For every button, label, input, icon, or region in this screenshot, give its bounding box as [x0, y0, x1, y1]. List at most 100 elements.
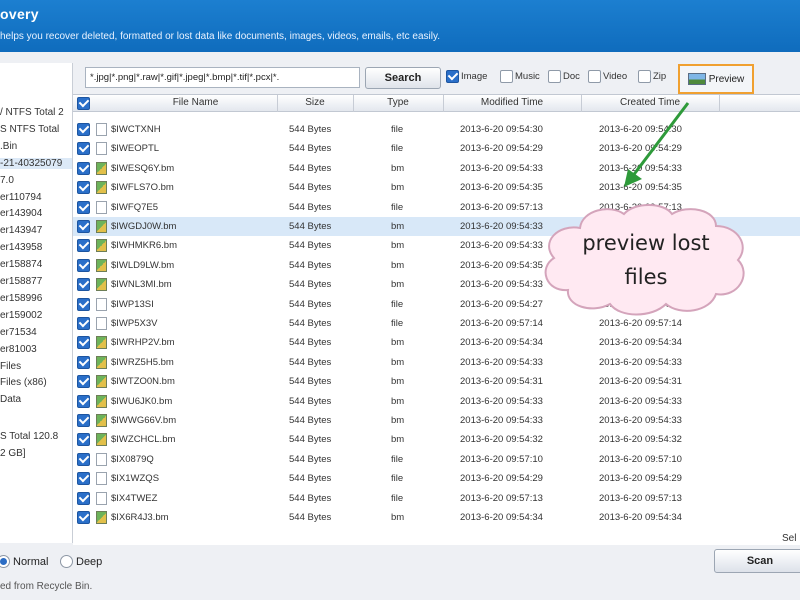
cell-name: $IWU6JK0.bm [111, 395, 173, 407]
app-subtitle: helps you recover deleted, formatted or … [0, 31, 441, 42]
file-icon [96, 297, 107, 311]
table-row[interactable]: $IX1WZQS 544 Bytes file 2013-6-20 09:54:29 2… [73, 469, 800, 488]
sidebar-item[interactable]: -21-40325079 [0, 157, 72, 169]
sidebar-item[interactable]: er158877 [0, 276, 42, 287]
table-row[interactable]: $IWRZ5H5.bm 544 Bytes bm 2013-6-20 09:54:33… [73, 353, 800, 372]
mode-deep-radio[interactable] [60, 555, 73, 568]
sidebar-item[interactable]: er158996 [0, 293, 42, 304]
row-checkbox[interactable] [77, 123, 90, 136]
row-checkbox[interactable] [77, 491, 90, 505]
sidebar-item[interactable]: er158874 [0, 259, 42, 270]
cell-size: 544 Bytes [289, 356, 332, 368]
filter-image[interactable]: Image [446, 70, 487, 83]
row-checkbox[interactable] [77, 297, 90, 311]
cell-name: $IWHMKR6.bm [111, 240, 177, 252]
filter-music-checkbox[interactable] [500, 70, 513, 83]
row-checkbox[interactable] [77, 239, 90, 253]
row-checkbox[interactable] [77, 317, 90, 330]
select-all-checkbox[interactable] [77, 97, 90, 110]
cell-modified: 2013-6-20 09:57:13 [460, 201, 543, 213]
sidebar-item[interactable]: / NTFS Total 2 [0, 107, 64, 118]
row-checkbox[interactable] [77, 452, 90, 466]
row-checkbox[interactable] [77, 181, 90, 195]
row-checkbox[interactable] [77, 278, 90, 292]
cell-type: file [391, 201, 404, 213]
row-checkbox[interactable] [77, 142, 90, 156]
sidebar-item[interactable]: er110794 [0, 192, 42, 203]
mode-normal[interactable]: Normal [0, 555, 48, 568]
cell-name: $IWTZO0N.bm [111, 376, 175, 388]
cell-name: $IWWG66V.bm [111, 415, 177, 426]
sidebar-item[interactable]: er143947 [0, 225, 42, 236]
folder-tree[interactable]: / NTFS Total 2 S NTFS Total .Bin -21-403250… [0, 63, 73, 543]
row-checkbox[interactable] [77, 258, 90, 272]
table-row[interactable]: $IWRHP2V.bm 544 Bytes bm 2013-6-20 09:54:34… [73, 333, 800, 352]
picture-icon [687, 73, 706, 85]
table-row[interactable]: $IX0879Q 544 Bytes file 2013-6-20 09:57:10 2… [73, 450, 800, 469]
cell-created: 2013-6-20 09:54:31 [599, 376, 682, 388]
cell-size: 544 Bytes [289, 279, 332, 291]
mode-deep[interactable]: Deep [60, 555, 102, 568]
row-checkbox[interactable] [77, 375, 90, 389]
sidebar-item[interactable]: 7.0 [0, 175, 14, 186]
table-row[interactable]: $IWU6JK0.bm 544 Bytes bm 2013-6-20 09:54:33… [73, 392, 800, 411]
preview-button[interactable]: Preview [678, 64, 754, 94]
sidebar-item[interactable]: S Total 120.8 [0, 431, 58, 442]
file-extension-filter-input[interactable] [85, 67, 360, 88]
cell-size: 544 Bytes [289, 240, 332, 252]
row-checkbox[interactable] [77, 220, 90, 233]
row-checkbox[interactable] [77, 161, 90, 175]
table-row[interactable]: $IX6R4J3.bm 544 Bytes bm 2013-6-20 09:54:34… [73, 508, 800, 527]
search-button[interactable]: Search [365, 67, 441, 89]
sidebar-item[interactable]: Data [0, 394, 21, 405]
cell-name: $IX0879Q [111, 453, 154, 465]
row-checkbox[interactable] [77, 336, 90, 350]
sidebar-item[interactable]: 2 GB] [0, 448, 26, 459]
table-row[interactable]: $IX4TWEZ 544 Bytes file 2013-6-20 09:57:13 2… [73, 489, 800, 508]
filter-zip[interactable]: Zip [638, 70, 666, 83]
column-header-size[interactable]: Size [277, 97, 353, 108]
sidebar-item[interactable]: er71534 [0, 327, 37, 338]
sidebar-item[interactable]: S NTFS Total [0, 124, 59, 135]
filter-video-checkbox[interactable] [588, 70, 601, 83]
column-divider[interactable] [719, 95, 720, 112]
filter-image-checkbox[interactable] [446, 70, 459, 83]
table-row[interactable]: $IWTZO0N.bm 544 Bytes bm 2013-6-20 09:54:31… [73, 372, 800, 391]
sidebar-item[interactable]: .Bin [0, 141, 17, 152]
row-checkbox[interactable] [77, 472, 90, 486]
filter-doc-checkbox[interactable] [548, 70, 561, 83]
cell-size: 544 Bytes [289, 337, 332, 349]
row-checkbox[interactable] [77, 355, 90, 369]
row-checkbox[interactable] [77, 511, 90, 524]
filter-video[interactable]: Video [588, 70, 627, 83]
column-header-modified[interactable]: Modified Time [443, 97, 581, 108]
cell-created: 2013-6-20 09:57:14 [599, 318, 682, 329]
sidebar-item[interactable]: er143958 [0, 242, 42, 253]
filter-zip-checkbox[interactable] [638, 70, 651, 83]
sidebar-item[interactable]: er143904 [0, 208, 42, 219]
table-row[interactable]: $IWZCHCL.bm 544 Bytes bm 2013-6-20 09:54:32… [73, 430, 800, 449]
row-checkbox[interactable] [77, 414, 90, 427]
sidebar-item[interactable]: er81003 [0, 344, 37, 355]
cell-type: file [391, 143, 404, 155]
cell-name: $IWCTXNH [111, 124, 161, 135]
filter-music[interactable]: Music [500, 70, 540, 83]
row-checkbox[interactable] [77, 394, 90, 408]
filter-doc[interactable]: Doc [548, 70, 580, 83]
row-checkbox[interactable] [77, 200, 90, 214]
table-row[interactable]: $IWWG66V.bm 544 Bytes bm 2013-6-20 09:54:33… [73, 411, 800, 430]
cell-name: $IWNL3MI.bm [111, 279, 172, 291]
row-checkbox[interactable] [77, 433, 90, 447]
scan-button[interactable]: Scan [714, 549, 800, 573]
cell-name: $IWGDJ0W.bm [111, 221, 177, 232]
cell-name: $IWFQ7E5 [111, 201, 158, 213]
sidebar-item[interactable]: Files [0, 361, 21, 372]
sidebar-item[interactable]: Files (x86) [0, 377, 47, 388]
sidebar-item[interactable]: er159002 [0, 310, 42, 321]
cell-size: 544 Bytes [289, 512, 332, 523]
image-file-icon [96, 336, 107, 350]
cell-modified: 2013-6-20 09:54:33 [460, 221, 543, 232]
column-header-type[interactable]: Type [353, 97, 443, 108]
column-header-name[interactable]: File Name [93, 97, 298, 108]
mode-normal-radio[interactable] [0, 555, 10, 568]
